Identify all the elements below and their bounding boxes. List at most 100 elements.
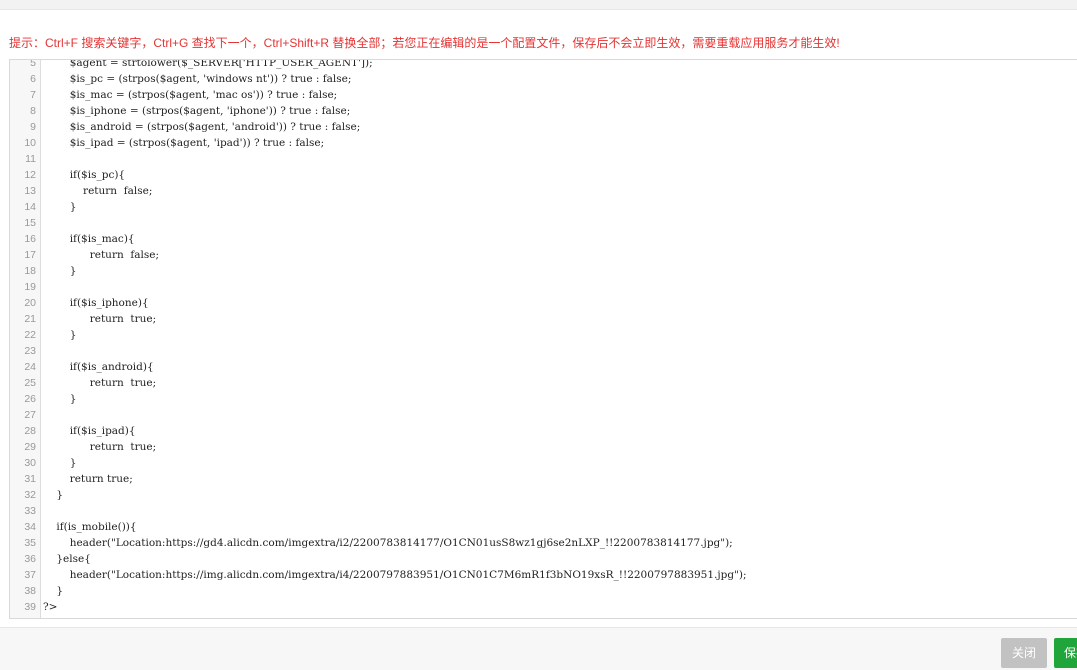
line-number: 32 <box>24 489 36 501</box>
line-number: 29 <box>24 441 36 453</box>
line-text: return true; <box>43 377 157 389</box>
line-text: } <box>43 489 64 501</box>
line-number: 26 <box>24 393 36 405</box>
line-text: if($is_ipad){ <box>43 425 136 437</box>
editor-hint: 提示：Ctrl+F 搜索关键字，Ctrl+G 查找下一个，Ctrl+Shift+… <box>9 36 840 50</box>
line-number: 30 <box>24 457 36 469</box>
save-button[interactable]: 保存 <box>1054 638 1077 668</box>
code-line[interactable]: 36 }else{ <box>10 551 1077 567</box>
code-line[interactable]: 34 if(is_mobile()){ <box>10 519 1077 535</box>
code-line[interactable]: 14 } <box>10 199 1077 215</box>
line-number: 10 <box>24 137 36 149</box>
code-line[interactable]: 16 if($is_mac){ <box>10 231 1077 247</box>
line-text: if($is_android){ <box>43 361 154 373</box>
code-editor[interactable]: 5 $agent = strtolower($_SERVER['HTTP_USE… <box>9 59 1077 619</box>
code-line[interactable]: 10 $is_ipad = (strpos($agent, 'ipad')) ?… <box>10 135 1077 151</box>
code-line[interactable]: 18 } <box>10 263 1077 279</box>
line-text: $agent = strtolower($_SERVER['HTTP_USER_… <box>43 59 373 69</box>
line-text: $is_mac = (strpos($agent, 'mac os')) ? t… <box>43 89 338 101</box>
line-text: ?> <box>43 601 58 613</box>
code-line[interactable]: 29 return true; <box>10 439 1077 455</box>
code-line[interactable]: 32 } <box>10 487 1077 503</box>
code-line[interactable]: 24 if($is_android){ <box>10 359 1077 375</box>
line-text: header("Location:https://gd4.alicdn.com/… <box>43 537 733 549</box>
line-number: 39 <box>24 601 36 613</box>
line-text: if(is_mobile()){ <box>43 521 137 533</box>
line-number: 15 <box>24 217 36 229</box>
code-line[interactable]: 21 return true; <box>10 311 1077 327</box>
code-line[interactable]: 5 $agent = strtolower($_SERVER['HTTP_USE… <box>10 59 1077 71</box>
code-line[interactable]: 20 if($is_iphone){ <box>10 295 1077 311</box>
line-number: 35 <box>24 537 36 549</box>
line-text: if($is_pc){ <box>43 169 126 181</box>
line-text: $is_pc = (strpos($agent, 'windows nt')) … <box>43 73 352 85</box>
line-text: return false; <box>43 249 160 261</box>
code-line[interactable]: 38 } <box>10 583 1077 599</box>
code-line[interactable]: 27 <box>10 407 1077 423</box>
code-line[interactable]: 11 <box>10 151 1077 167</box>
line-text: } <box>43 457 77 469</box>
line-number: 8 <box>30 105 36 117</box>
code-lines[interactable]: 5 $agent = strtolower($_SERVER['HTTP_USE… <box>10 59 1077 615</box>
code-line[interactable]: 37 header("Location:https://img.alicdn.c… <box>10 567 1077 583</box>
line-number: 25 <box>24 377 36 389</box>
dialog-footer: 关闭 保存 <box>0 627 1077 670</box>
line-number: 27 <box>24 409 36 421</box>
line-number: 14 <box>24 201 36 213</box>
code-line[interactable]: 12 if($is_pc){ <box>10 167 1077 183</box>
line-number: 28 <box>24 425 36 437</box>
line-number: 37 <box>24 569 36 581</box>
line-number: 9 <box>30 121 36 133</box>
line-number: 6 <box>30 73 36 85</box>
line-number: 13 <box>24 185 36 197</box>
line-text: } <box>43 585 64 597</box>
line-text: if($is_mac){ <box>43 233 135 245</box>
code-line[interactable]: 9 $is_android = (strpos($agent, 'android… <box>10 119 1077 135</box>
line-text: return true; <box>43 313 157 325</box>
code-line[interactable]: 22 } <box>10 327 1077 343</box>
line-text: return true; <box>43 441 157 453</box>
code-line[interactable]: 28 if($is_ipad){ <box>10 423 1077 439</box>
line-text: } <box>43 393 77 405</box>
code-line[interactable]: 31 return true; <box>10 471 1077 487</box>
line-number: 18 <box>24 265 36 277</box>
line-text: return true; <box>43 473 133 485</box>
code-line[interactable]: 6 $is_pc = (strpos($agent, 'windows nt')… <box>10 71 1077 87</box>
line-number: 17 <box>24 249 36 261</box>
close-button[interactable]: 关闭 <box>1001 638 1047 668</box>
line-text: } <box>43 265 77 277</box>
code-line[interactable]: 7 $is_mac = (strpos($agent, 'mac os')) ?… <box>10 87 1077 103</box>
line-number: 31 <box>24 473 36 485</box>
code-line[interactable]: 30 } <box>10 455 1077 471</box>
line-text: if($is_iphone){ <box>43 297 149 309</box>
code-line[interactable]: 35 header("Location:https://gd4.alicdn.c… <box>10 535 1077 551</box>
code-line[interactable]: 23 <box>10 343 1077 359</box>
top-strip <box>0 0 1077 10</box>
code-line[interactable]: 25 return true; <box>10 375 1077 391</box>
code-line[interactable]: 33 <box>10 503 1077 519</box>
line-number: 19 <box>24 281 36 293</box>
code-line[interactable]: 19 <box>10 279 1077 295</box>
code-line[interactable]: 15 <box>10 215 1077 231</box>
line-number: 5 <box>30 59 36 69</box>
code-line[interactable]: 39 ?> <box>10 599 1077 615</box>
line-number: 33 <box>24 505 36 517</box>
code-line[interactable]: 8 $is_iphone = (strpos($agent, 'iphone')… <box>10 103 1077 119</box>
line-number: 21 <box>24 313 36 325</box>
line-text: }else{ <box>43 553 91 565</box>
line-text: } <box>43 201 77 213</box>
line-number: 11 <box>25 153 36 165</box>
line-text: } <box>43 329 77 341</box>
line-number: 23 <box>24 345 36 357</box>
code-line[interactable]: 26 } <box>10 391 1077 407</box>
line-text: $is_ipad = (strpos($agent, 'ipad')) ? tr… <box>43 137 325 149</box>
line-text: header("Location:https://img.alicdn.com/… <box>43 569 747 581</box>
code-line[interactable]: 13 return false; <box>10 183 1077 199</box>
line-text: $is_iphone = (strpos($agent, 'iphone')) … <box>43 105 351 117</box>
line-text: $is_android = (strpos($agent, 'android')… <box>43 121 361 133</box>
code-line[interactable]: 17 return false; <box>10 247 1077 263</box>
line-number: 16 <box>24 233 36 245</box>
line-number: 36 <box>24 553 36 565</box>
line-number: 22 <box>24 329 36 341</box>
line-number: 12 <box>24 169 36 181</box>
